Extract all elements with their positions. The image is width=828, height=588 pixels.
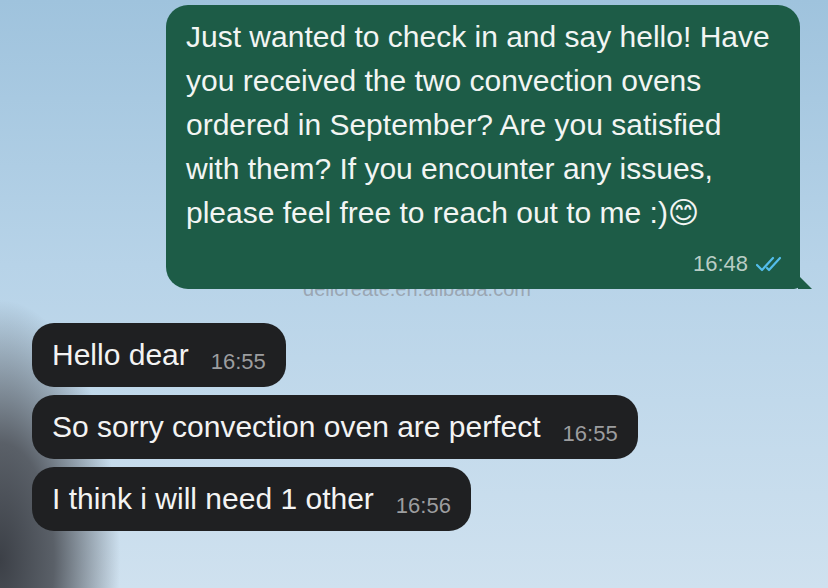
time-spacer	[186, 257, 318, 267]
message-bubble: Hello dear 16:55	[32, 323, 286, 387]
incoming-group: Hello dear16:55So sorry convection oven …	[0, 323, 828, 531]
message-time: 16:56	[396, 493, 451, 521]
message-text: Just wanted to check in and say hello! H…	[186, 20, 770, 229]
message-bubble: So sorry convection oven are perfect 16:5…	[32, 395, 638, 459]
message-meta: 16:48	[693, 251, 782, 277]
message-bubble: Just wanted to check in and say hello! H…	[166, 5, 800, 289]
message-time: 16:55	[211, 349, 266, 377]
message-time: 16:48	[693, 251, 748, 277]
message-text: Hello dear	[52, 333, 189, 377]
read-ticks-icon	[756, 255, 782, 273]
message-text: So sorry convection oven are perfect	[52, 405, 541, 449]
message-text: I think i will need 1 other	[52, 477, 374, 521]
message-bubble: I think i will need 1 other 16:56	[32, 467, 471, 531]
chat-pane: Just wanted to check in and say hello! H…	[0, 0, 828, 588]
message-time: 16:55	[563, 421, 618, 449]
outgoing-group: Just wanted to check in and say hello! H…	[0, 5, 828, 289]
